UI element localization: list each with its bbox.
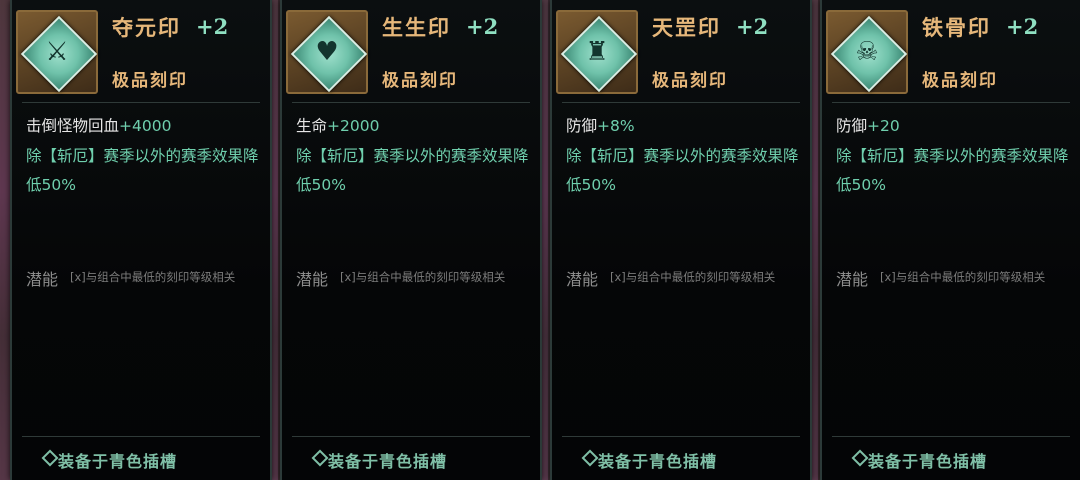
slot-hint: 装备于青色插槽	[598, 452, 718, 471]
diamond-icon	[311, 449, 329, 467]
skull-emblem-icon: ☠	[855, 37, 879, 67]
season-effect: 除【斩厄】赛季以外的赛季效果降低50%	[296, 147, 529, 194]
inscription-level: +2	[736, 14, 769, 39]
stat-label: 防御	[836, 117, 868, 135]
slot-hint: 装备于青色插槽	[58, 452, 178, 471]
inscription-card[interactable]: ⚔ 夺元印 +2 极品刻印 击倒怪物回血+4000 除【斩厄】赛季以外的赛季效果…	[10, 0, 272, 480]
inscription-name: 夺元印	[112, 15, 181, 40]
icon-frame: ♜	[556, 10, 638, 94]
slot-hint: 装备于青色插槽	[868, 452, 988, 471]
stat-label: 生命	[296, 117, 328, 135]
diamond-icon	[41, 449, 59, 467]
stat-value: +8%	[597, 117, 635, 135]
divider	[292, 102, 530, 103]
sword-emblem-icon: ⚔	[45, 37, 69, 67]
stat-value: +20	[867, 117, 900, 135]
inscription-card[interactable]: ♥ 生生印 +2 极品刻印 生命+2000 除【斩厄】赛季以外的赛季效果降低50…	[280, 0, 542, 480]
slot-hint: 装备于青色插槽	[328, 452, 448, 471]
potential-description: [x]与组合中最低的刻印等级相关	[70, 270, 236, 284]
stat-line: 击倒怪物回血+4000	[26, 114, 171, 136]
divider	[292, 436, 530, 437]
rarity-label: 极品刻印	[112, 71, 188, 91]
icon-frame: ♥	[286, 10, 368, 94]
icon-frame: ☠	[826, 10, 908, 94]
inscription-level: +2	[1006, 14, 1039, 39]
divider	[832, 436, 1070, 437]
potential-label: 潜能	[566, 270, 599, 289]
inscription-name: 天罡印	[652, 15, 721, 40]
inscription-card[interactable]: ♜ 天罡印 +2 极品刻印 防御+8% 除【斩厄】赛季以外的赛季效果降低50% …	[550, 0, 812, 480]
potential-label: 潜能	[296, 270, 329, 289]
season-effect: 除【斩厄】赛季以外的赛季效果降低50%	[836, 147, 1069, 194]
diamond-icon	[851, 449, 869, 467]
stat-label: 防御	[566, 117, 598, 135]
potential-label: 潜能	[26, 270, 59, 289]
rarity-label: 极品刻印	[922, 71, 998, 91]
season-effect: 除【斩厄】赛季以外的赛季效果降低50%	[566, 147, 799, 194]
divider	[22, 436, 260, 437]
stat-value: +2000	[327, 117, 380, 135]
spire-emblem-icon: ♜	[585, 37, 609, 67]
icon-frame: ⚔	[16, 10, 98, 94]
potential-description: [x]与组合中最低的刻印等级相关	[340, 270, 506, 284]
rarity-label: 极品刻印	[652, 71, 728, 91]
diamond-icon	[581, 449, 599, 467]
divider	[832, 102, 1070, 103]
potential-description: [x]与组合中最低的刻印等级相关	[880, 270, 1046, 284]
stat-value: +4000	[119, 117, 172, 135]
rarity-label: 极品刻印	[382, 71, 458, 91]
stat-line: 防御+20	[836, 114, 900, 136]
stat-label: 击倒怪物回血	[26, 117, 120, 135]
season-effect: 除【斩厄】赛季以外的赛季效果降低50%	[26, 147, 259, 194]
inscription-name: 生生印	[382, 15, 451, 40]
divider	[562, 102, 800, 103]
potential-description: [x]与组合中最低的刻印等级相关	[610, 270, 776, 284]
stat-line: 防御+8%	[566, 114, 635, 136]
divider	[22, 102, 260, 103]
inscription-level: +2	[466, 14, 499, 39]
divider	[562, 436, 800, 437]
inscription-card[interactable]: ☠ 铁骨印 +2 极品刻印 防御+20 除【斩厄】赛季以外的赛季效果降低50% …	[820, 0, 1080, 480]
heart-emblem-icon: ♥	[315, 37, 339, 67]
inscription-level: +2	[196, 14, 229, 39]
inscription-name: 铁骨印	[922, 15, 991, 40]
stat-line: 生命+2000	[296, 114, 379, 136]
potential-label: 潜能	[836, 270, 869, 289]
